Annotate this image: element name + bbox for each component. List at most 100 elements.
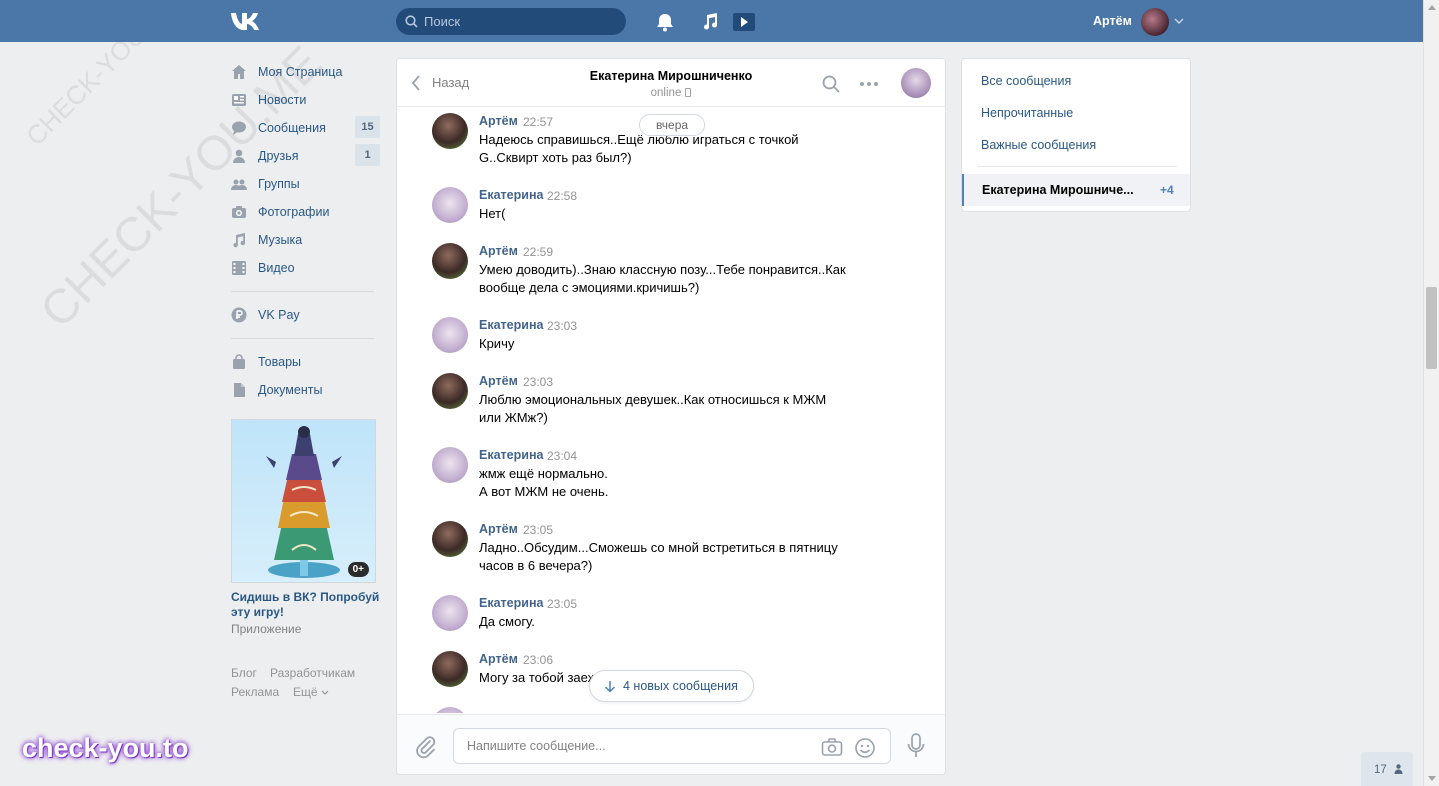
chat-panel: Назад Екатерина Мирошниченко online Артё…: [396, 58, 946, 775]
message-author[interactable]: Артём: [479, 522, 518, 536]
arrow-down-icon: [604, 681, 616, 693]
music-icon: [233, 233, 246, 248]
new-messages-button[interactable]: 4 новых сообщения: [589, 670, 754, 702]
messages-icon: [232, 121, 246, 135]
chevron-down-icon: [321, 690, 329, 695]
age-rating-badge: 0+: [347, 562, 369, 577]
film-icon: [232, 261, 246, 275]
ad-title-link[interactable]: Сидишь в ВК? Попробуй эту игру!: [231, 590, 381, 620]
sidebar-item-label: Фотографии: [258, 205, 330, 219]
sidebar-item-label: Музыка: [258, 233, 303, 247]
game-ad-banner[interactable]: 0+: [231, 419, 376, 583]
document-icon: [234, 383, 245, 397]
author-avatar[interactable]: [432, 113, 468, 149]
footer-more-label: Ещё: [293, 685, 318, 699]
message-text: Ладно..Обсудим...Сможешь со мной встрети…: [479, 540, 838, 573]
online-count-value: 17: [1374, 764, 1387, 776]
filter-unread[interactable]: Непрочитанные: [981, 106, 1073, 120]
vk-logo-icon[interactable]: [231, 12, 265, 31]
scroll-down-arrow-icon[interactable]: [1428, 776, 1436, 781]
message-time: 23:05: [547, 597, 578, 611]
author-avatar[interactable]: [432, 595, 468, 631]
message-time: 23:04: [547, 449, 578, 463]
message-author[interactable]: Екатерина: [479, 596, 543, 610]
sidebar-item-groups[interactable]: Группы: [231, 170, 381, 198]
page-scrollbar[interactable]: [1423, 0, 1439, 786]
message-time: 23:05: [523, 523, 554, 537]
groups-icon: [231, 179, 247, 190]
message-author[interactable]: Екатерина: [479, 318, 543, 332]
user-avatar[interactable]: [1141, 8, 1169, 36]
sidebar-item-label: Видео: [258, 261, 295, 275]
home-icon: [232, 65, 246, 79]
user-name[interactable]: Артём: [1093, 14, 1132, 28]
sidebar-item-messages[interactable]: Сообщения 15: [231, 114, 381, 142]
chevron-down-icon[interactable]: [1174, 16, 1184, 26]
author-avatar[interactable]: [432, 707, 468, 713]
sidebar-item-video[interactable]: Видео: [231, 254, 381, 282]
search-icon: [405, 15, 418, 28]
sidebar-item-label: Новости: [258, 93, 307, 107]
author-avatar[interactable]: [432, 521, 468, 557]
sidebar-item-music[interactable]: Музыка: [231, 226, 381, 254]
message-author[interactable]: Екатерина: [479, 188, 543, 202]
microphone-icon[interactable]: [907, 733, 925, 759]
ad-subtitle: Приложение: [231, 622, 302, 636]
sidebar-item-label: Документы: [258, 383, 323, 397]
author-avatar[interactable]: [432, 187, 468, 223]
sidebar-item-photos[interactable]: Фотографии: [231, 198, 381, 226]
new-messages-label: 4 новых сообщения: [623, 679, 738, 693]
author-avatar[interactable]: [432, 373, 468, 409]
message-text: Надеюсь справишься..Ещё люблю играться с…: [479, 132, 799, 165]
message-text: Кричу: [479, 336, 515, 351]
sidebar-item-vk-pay[interactable]: VK Pay: [231, 301, 381, 329]
message-time: 23:03: [523, 375, 554, 389]
video-play-icon[interactable]: [732, 11, 756, 33]
filter-all-messages[interactable]: Все сообщения: [981, 74, 1071, 88]
filter-important[interactable]: Важные сообщения: [981, 138, 1096, 152]
message-author[interactable]: Екатерина: [479, 448, 543, 462]
sidebar-item-friends[interactable]: Друзья 1: [231, 142, 381, 170]
message-author[interactable]: Артём: [479, 374, 518, 388]
message-input[interactable]: Напишите сообщение...: [453, 728, 891, 764]
message-author[interactable]: Артём: [479, 114, 518, 128]
divider: [231, 291, 374, 292]
online-friends-counter[interactable]: 17: [1361, 752, 1413, 786]
active-conversation-item[interactable]: Екатерина Мирошниче... +4: [962, 174, 1190, 206]
footer-link-ads[interactable]: Реклама: [231, 685, 279, 699]
message-time: 22:58: [547, 189, 578, 203]
peer-avatar[interactable]: [901, 68, 931, 98]
bell-icon[interactable]: [654, 11, 676, 33]
sidebar-item-news[interactable]: Новости: [231, 86, 381, 114]
scroll-up-arrow-icon[interactable]: [1428, 5, 1436, 10]
author-avatar[interactable]: [432, 447, 468, 483]
sidebar-item-label: Моя Страница: [258, 65, 343, 79]
message-time: 23:06: [523, 653, 554, 667]
more-options-icon[interactable]: [859, 74, 879, 94]
author-avatar[interactable]: [432, 243, 468, 279]
divider: [231, 338, 374, 339]
sidebar-item-goods[interactable]: Товары: [231, 348, 381, 376]
message-author[interactable]: Артём: [479, 652, 518, 666]
author-avatar[interactable]: [432, 651, 468, 687]
footer-link-blog[interactable]: Блог: [231, 666, 257, 680]
sidebar-item-my-page[interactable]: Моя Страница: [231, 58, 381, 86]
sidebar-item-documents[interactable]: Документы: [231, 376, 381, 404]
footer-link-developers[interactable]: Разработчикам: [270, 666, 355, 680]
search-input[interactable]: Поиск: [396, 8, 626, 35]
sidebar-item-label: Сообщения: [258, 121, 326, 135]
footer-link-more[interactable]: Ещё: [293, 685, 329, 699]
emoji-smile-icon[interactable]: [854, 737, 876, 759]
message-author[interactable]: Артём: [479, 244, 518, 258]
paperclip-icon[interactable]: [415, 735, 437, 759]
camera-icon[interactable]: [821, 737, 843, 757]
message-filters-panel: Все сообщения Непрочитанные Важные сообщ…: [961, 58, 1191, 212]
new-count-badge: +4: [1160, 183, 1174, 197]
music-note-icon[interactable]: [699, 11, 721, 33]
watermark-brand: check-you.to: [22, 733, 189, 763]
search-icon[interactable]: [821, 74, 841, 94]
friend-requests-badge: 1: [355, 144, 380, 166]
scrollbar-thumb[interactable]: [1426, 287, 1437, 369]
author-avatar[interactable]: [432, 317, 468, 353]
chat-header: Назад Екатерина Мирошниченко online: [397, 59, 945, 107]
